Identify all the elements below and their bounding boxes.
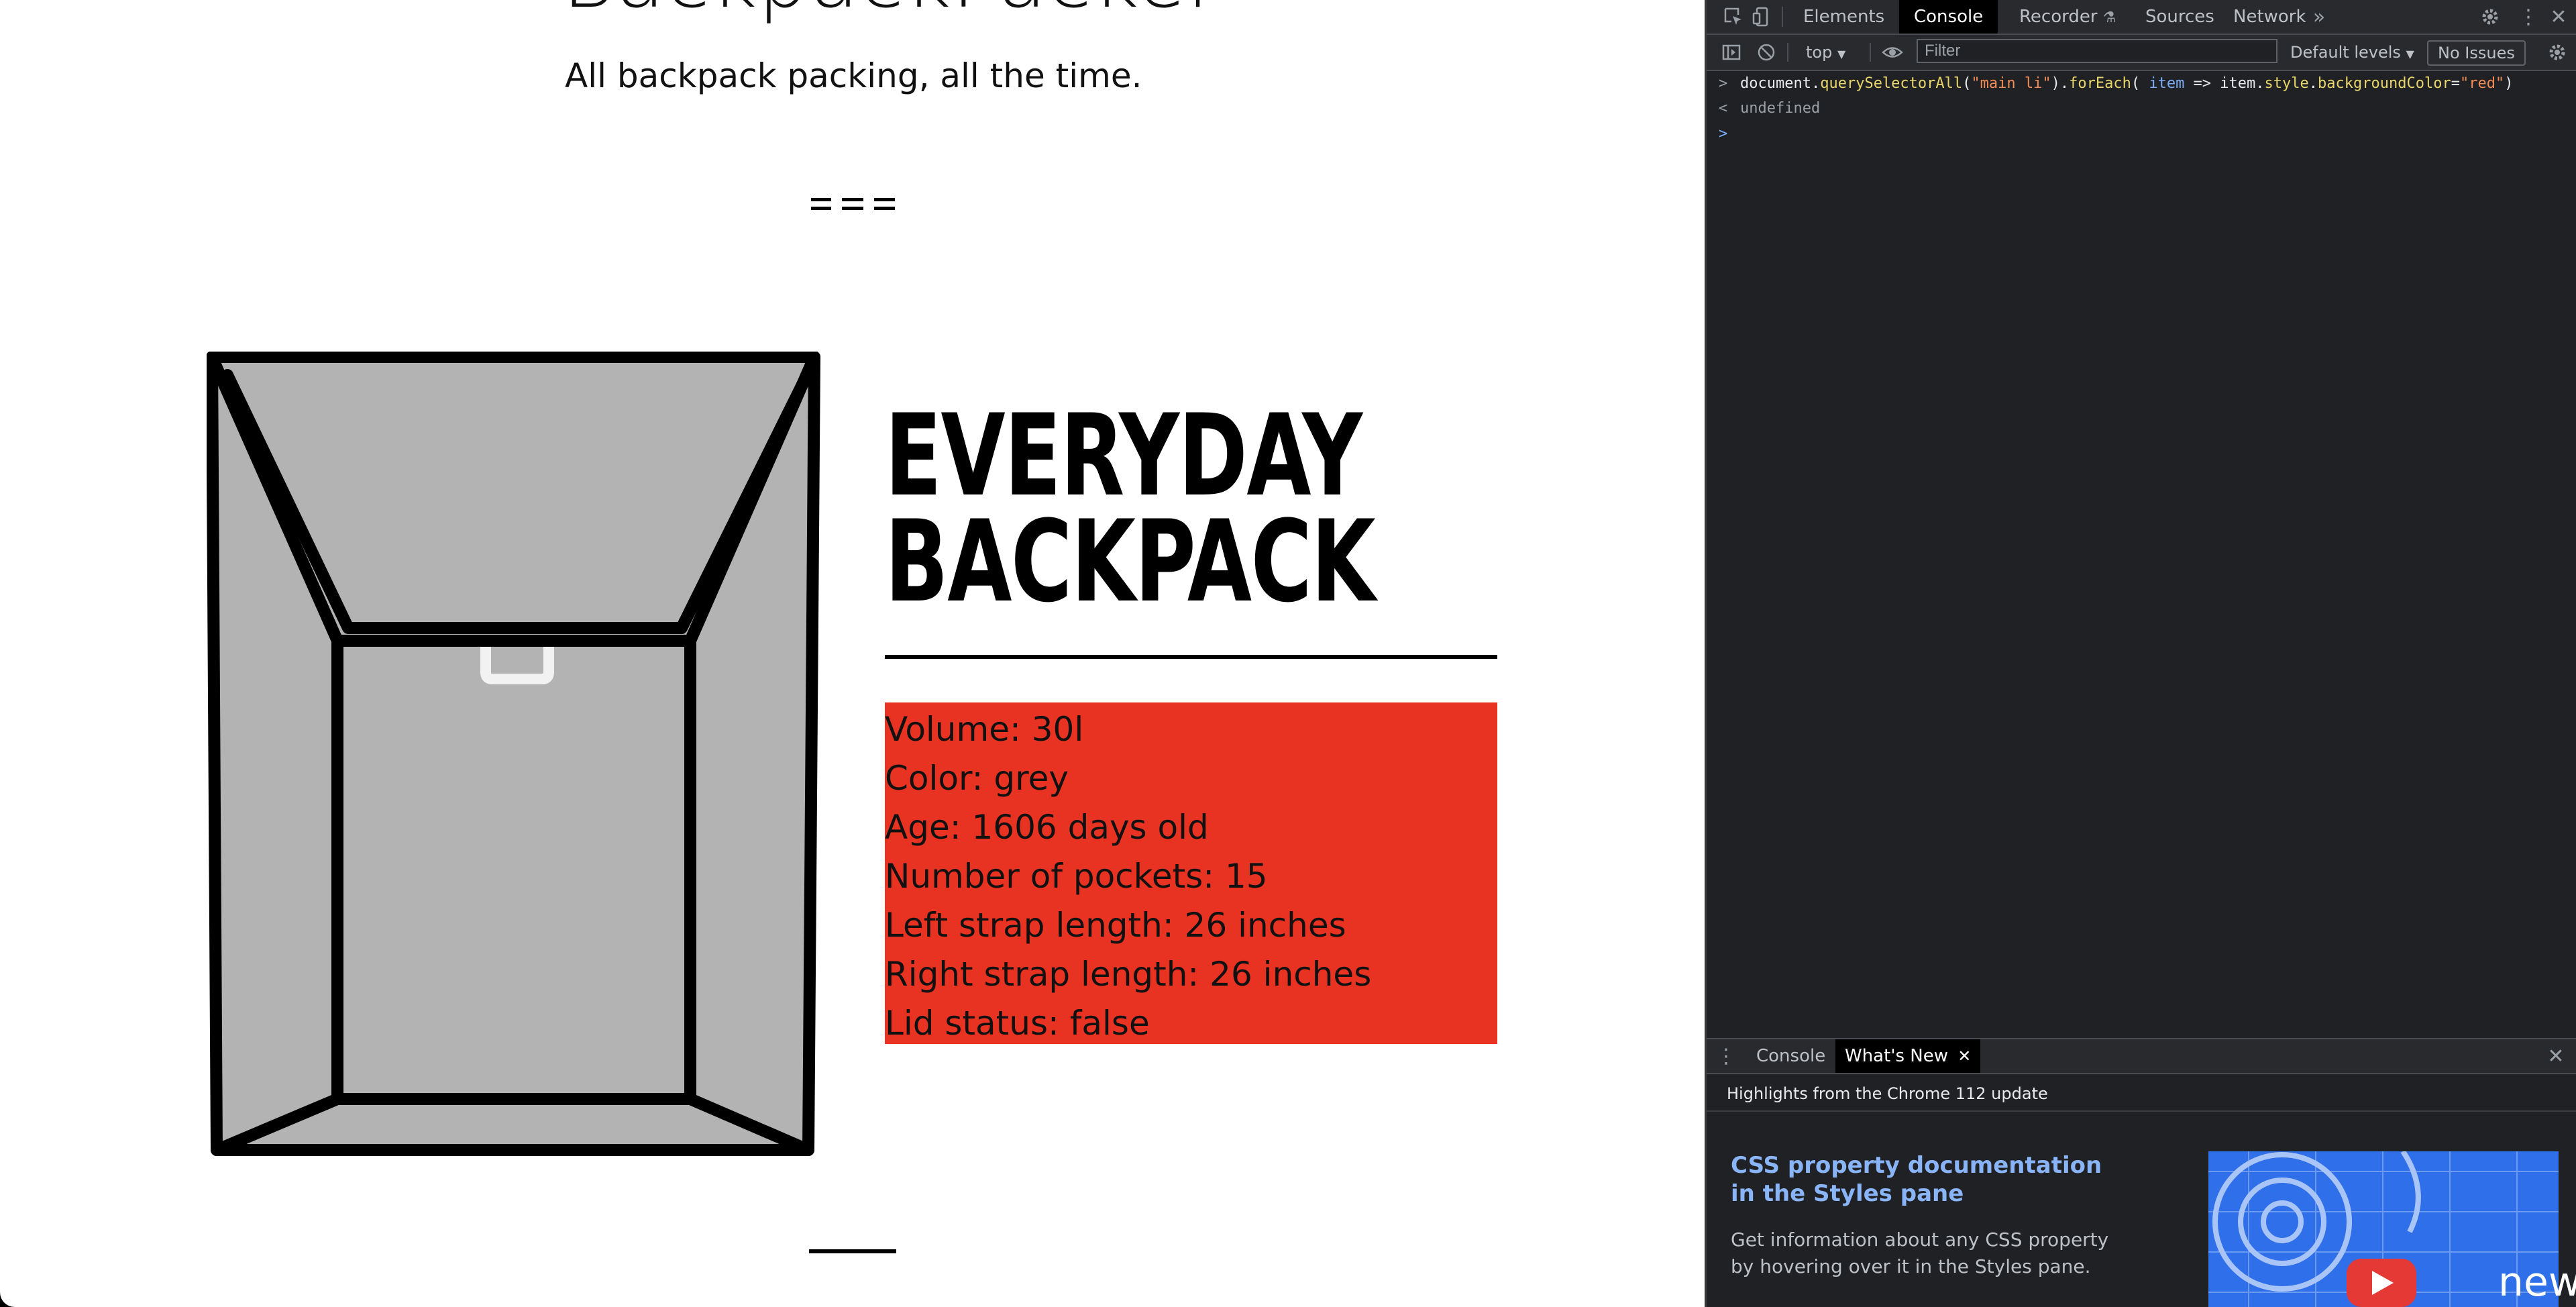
tab-recorder[interactable]: Recorder ⚗ (2004, 0, 2131, 34)
whats-new-article-title[interactable]: CSS property documentation in the Styles… (1731, 1151, 2133, 1208)
code-token: document. (1740, 75, 1821, 92)
whats-new-heading: Highlights from the Chrome 112 update (1707, 1076, 2576, 1112)
drawer-tab-whats-new[interactable]: What's New ✕ (1835, 1039, 1981, 1073)
sidebar-toggle-icon[interactable] (1718, 39, 1745, 66)
code-token: backgroundColor (2318, 75, 2451, 92)
console-toolbar: top ▼ Default levels ▼ No Issues (1707, 35, 2576, 71)
inspect-element-icon[interactable] (1720, 3, 1747, 30)
feature-item: Number of pockets: 15 (885, 857, 1268, 896)
whats-new-article-desc: Get information about any CSS property b… (1731, 1228, 2109, 1277)
title-rule (885, 655, 1497, 659)
console-prompt-line[interactable]: > (1707, 122, 2576, 146)
drawer-menu-icon[interactable]: ⋮ (1713, 1043, 1739, 1069)
drawer-tab-console[interactable]: Console (1747, 1039, 1835, 1073)
feature-item: Color: grey (885, 759, 1069, 798)
code-token: querySelectorAll (1820, 75, 1963, 92)
gear-icon[interactable] (2477, 3, 2504, 30)
issues-button[interactable]: No Issues (2427, 40, 2526, 66)
backpack-illustration (207, 352, 820, 1156)
clear-console-icon[interactable] (1753, 39, 1780, 66)
filter-input[interactable] (1917, 39, 2277, 63)
prompt-chevron-icon: > (1719, 125, 1728, 142)
code-token: "main li" (1971, 75, 2051, 92)
console-output-line: < undefined (1707, 97, 2576, 121)
feature-item: Age: 1606 days old (885, 808, 1209, 847)
code-token: ). (2051, 75, 2070, 92)
feature-item: Left strap length: 26 inches (885, 906, 1346, 945)
tab-sources[interactable]: Sources (2131, 0, 2229, 34)
divider-squiggle (811, 198, 895, 210)
console-input-line: > document.querySelectorAll("main li").f… (1707, 72, 2576, 96)
feature-list: Volume: 30l Color: grey Age: 1606 days o… (885, 702, 1497, 1044)
code-token: ( (1962, 75, 1972, 92)
input-prompt-icon: > (1719, 75, 1728, 92)
code-token: ( (2131, 75, 2149, 92)
caret-down-icon: ▼ (1837, 48, 1846, 60)
device-toolbar-icon[interactable] (1748, 3, 1775, 30)
console-settings-gear-icon[interactable] (2544, 39, 2571, 66)
flask-icon: ⚗ (2102, 9, 2116, 26)
feature-item: Volume: 30l (885, 710, 1084, 749)
toolbar-separator (1787, 43, 1788, 62)
console-output[interactable]: > document.querySelectorAll("main li").f… (1707, 71, 2576, 1037)
code-token: style (2264, 75, 2309, 92)
drawer-tabbar: ⋮ Console What's New ✕ ✕ (1707, 1038, 2576, 1074)
caret-down-icon: ▼ (2406, 48, 2414, 60)
toolbar-separator (1782, 7, 1783, 27)
toolbar-separator (1870, 43, 1871, 62)
chevron-double-right-icon[interactable]: » (2306, 3, 2332, 30)
product-title: EVERYDAY BACKPACK (885, 390, 1376, 627)
console-code: document.querySelectorAll("main li").for… (1740, 72, 2513, 96)
feature-item: Right strap length: 26 inches (885, 955, 1372, 994)
code-token: forEach (2069, 75, 2131, 92)
code-token: . (2308, 75, 2318, 92)
context-selector[interactable]: top ▼ (1806, 35, 1845, 70)
code-token: = (2451, 75, 2460, 92)
code-token: => item. (2184, 75, 2265, 92)
eye-icon[interactable] (1879, 39, 1906, 66)
log-levels-selector[interactable]: Default levels ▼ (2290, 35, 2414, 70)
thumbnail-new-label: new (2498, 1259, 2576, 1306)
devtools-panel: Elements Console Recorder ⚗ Sources Netw… (1705, 0, 2576, 1307)
site-tagline: All backpack packing, all the time. (565, 56, 1142, 95)
close-tab-icon[interactable]: ✕ (1957, 1047, 1971, 1065)
code-token: ) (2504, 75, 2514, 92)
tab-elements[interactable]: Elements (1788, 0, 1899, 34)
kebab-menu-icon[interactable]: ⋮ (2515, 3, 2542, 30)
page-viewport: BackpackPacker All backpack packing, all… (0, 0, 1705, 1307)
site-title: BackpackPacker (562, 0, 1221, 26)
code-token: "red" (2459, 75, 2505, 92)
console-result: undefined (1740, 100, 1821, 117)
feature-item: Lid status: false (885, 1004, 1150, 1043)
close-icon[interactable]: ✕ (2545, 3, 2572, 30)
divider-bottom (809, 1249, 896, 1253)
output-return-icon: < (1719, 100, 1728, 117)
close-drawer-icon[interactable]: ✕ (2542, 1043, 2569, 1069)
tab-console[interactable]: Console (1899, 0, 1998, 34)
code-token: item (2149, 75, 2185, 92)
devtools-tabbar: Elements Console Recorder ⚗ Sources Netw… (1707, 0, 2576, 35)
